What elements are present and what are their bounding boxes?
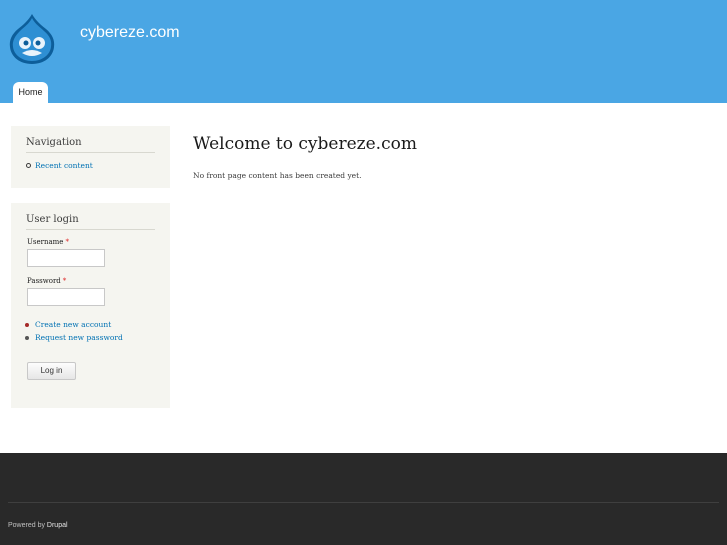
list-item: Create new account [25,320,123,329]
username-input[interactable] [27,249,105,267]
site-header: cybereze.com Home [0,0,727,103]
site-footer: Powered by Drupal [0,453,727,545]
create-account-link[interactable]: Create new account [35,320,111,329]
nav-item-recent-content: Recent content [26,161,155,170]
required-marker: * [62,277,67,285]
request-password-link[interactable]: Request new password [35,333,123,342]
recent-content-link[interactable]: Recent content [35,161,93,170]
drupal-link[interactable]: Drupal [47,522,68,529]
username-label: Username * [27,238,69,246]
navigation-block: Navigation Recent content [11,126,170,188]
site-name[interactable]: cybereze.com [80,24,180,42]
navigation-title: Navigation [26,137,155,153]
navigation-list: Recent content [26,161,155,170]
user-login-block: User login Username * Password * Create ne… [11,203,170,408]
password-field-group: Password * [27,277,105,306]
user-login-title: User login [26,214,155,230]
page-body-text: No front page content has been created y… [193,171,362,180]
page-title: Welcome to cybereze.com [193,134,417,154]
footer-divider [8,502,719,503]
powered-by-label: Powered by [8,522,45,529]
login-links: Create new account Request new password [25,320,123,346]
powered-by: Powered by Drupal [8,522,68,529]
list-item: Request new password [25,333,123,342]
required-marker: * [65,238,69,246]
password-input[interactable] [27,288,105,306]
password-label: Password * [27,277,67,285]
tab-home[interactable]: Home [13,82,48,103]
username-field-group: Username * [27,238,105,267]
log-in-button[interactable]: Log in [27,362,76,380]
drupal-logo-icon[interactable] [9,13,55,65]
